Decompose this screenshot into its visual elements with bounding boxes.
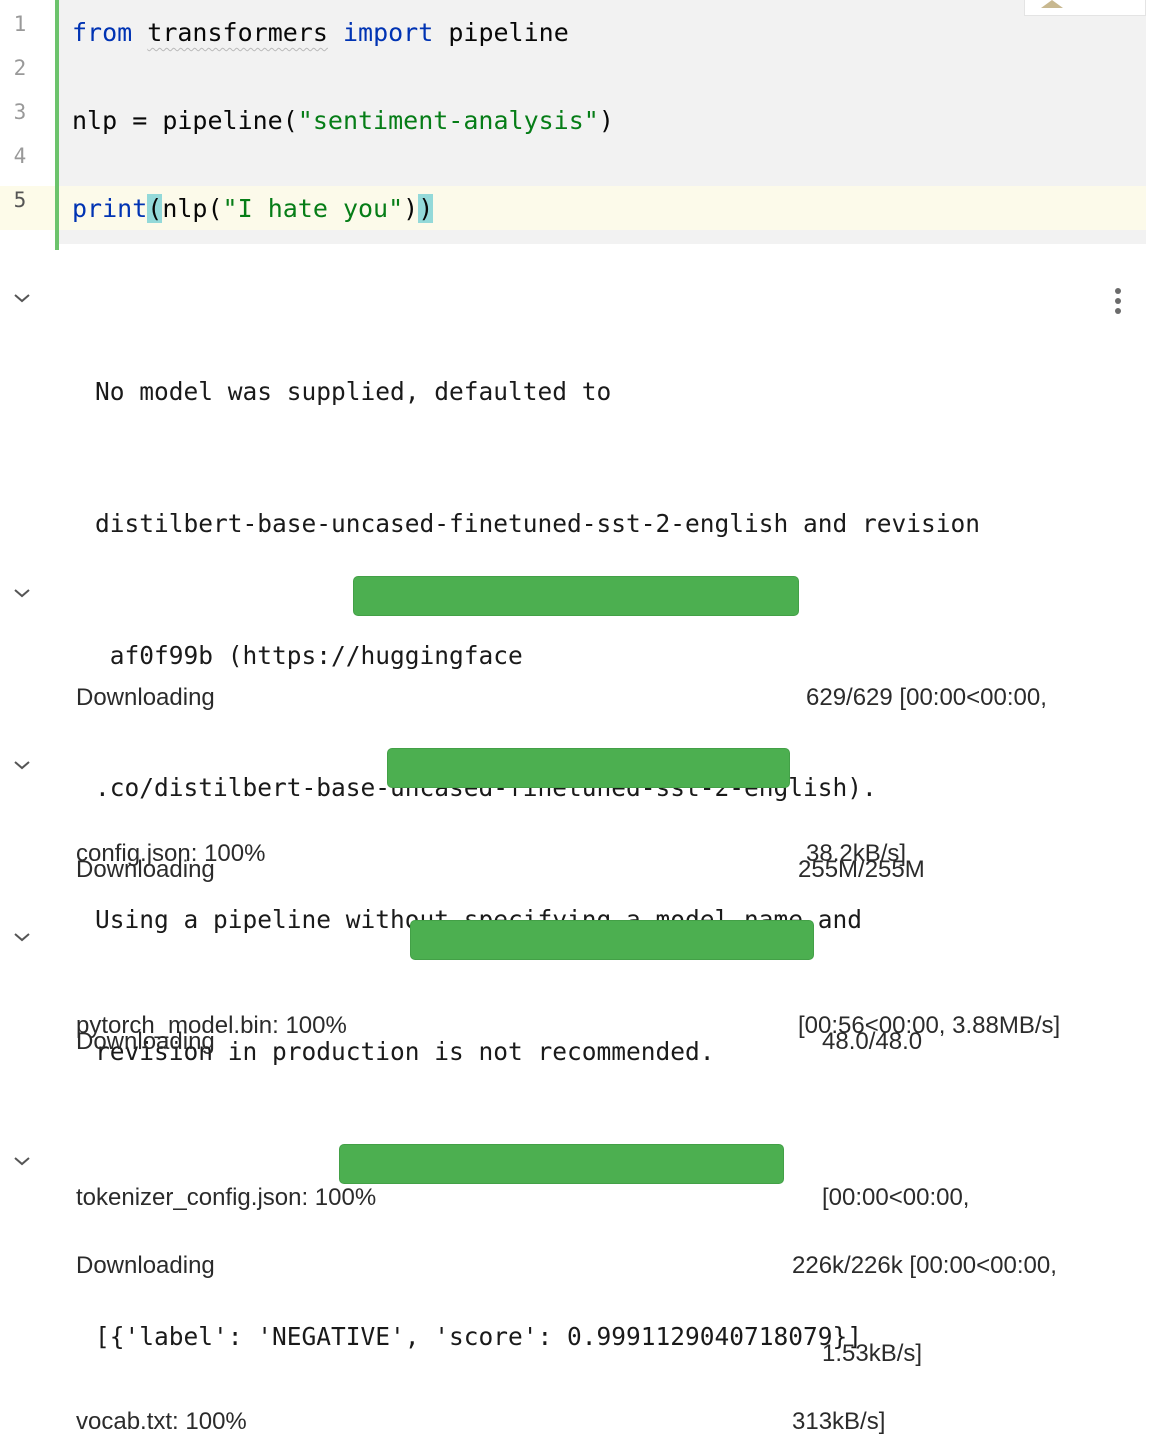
- paren: (: [207, 194, 223, 223]
- output-line: distilbert-base-uncased-finetuned-sst-2-…: [95, 509, 981, 538]
- collapse-output-chevron-icon[interactable]: [12, 1151, 32, 1171]
- paren: ): [598, 106, 614, 135]
- function-name: pipeline: [162, 106, 283, 135]
- module-name: transformers: [147, 18, 328, 47]
- paren: (: [282, 106, 298, 135]
- download-label-line: Downloading: [76, 684, 215, 711]
- result-output: [{'label': 'NEGATIVE', 'score': 0.999112…: [95, 1322, 863, 1351]
- progress-bar: [387, 748, 790, 788]
- progress-bar: [410, 920, 814, 960]
- string-literal: "I hate you": [222, 194, 404, 223]
- download-label-line: Downloading: [76, 1252, 215, 1279]
- paren: ): [403, 194, 419, 223]
- keyword: from: [72, 18, 133, 47]
- line-number: 2: [13, 56, 27, 80]
- keyword: import: [342, 18, 434, 47]
- line-number: 1: [13, 12, 27, 36]
- inspection-widget[interactable]: [1024, 0, 1146, 16]
- import-name: pipeline: [448, 18, 569, 47]
- progress-bar: [353, 576, 799, 616]
- warning-icon[interactable]: [1041, 0, 1063, 8]
- code-line-5[interactable]: print(nlp("I hate you")): [72, 187, 434, 231]
- progress-bar: [339, 1144, 784, 1184]
- download-stats-line: 313kB/s]: [792, 1408, 886, 1435]
- download-stats-line: 226k/226k [00:00<00:00,: [792, 1252, 1057, 1279]
- builtin-function: print: [72, 194, 148, 223]
- string-literal: "sentiment-analysis": [297, 106, 599, 135]
- line-number-gutter: 1 2 3 4 5: [0, 0, 55, 250]
- code-cell[interactable]: 1 2 3 4 5 from transformers import pipel…: [0, 0, 1146, 250]
- download-label-line: Downloading: [76, 856, 215, 883]
- download-stats-line: 48.0/48.0: [822, 1028, 923, 1055]
- output-line: No model was supplied, defaulted to: [95, 377, 612, 406]
- download-stats-line: 629/629 [00:00<00:00,: [806, 684, 1047, 711]
- line-number: 3: [13, 100, 27, 124]
- download-stats: 226k/226k [00:00<00:00, 313kB/s]: [792, 1136, 1057, 1454]
- collapse-output-chevron-icon[interactable]: [12, 583, 32, 603]
- variable: nlp: [72, 106, 118, 135]
- download-label-line: vocab.txt: 100%: [76, 1408, 247, 1435]
- code-line-3[interactable]: nlp = pipeline("sentiment-analysis"): [72, 99, 614, 143]
- collapse-output-chevron-icon[interactable]: [12, 288, 32, 308]
- line-number: 4: [13, 144, 27, 168]
- cell-bottom-edge: [59, 244, 1146, 250]
- operator: =: [117, 106, 163, 135]
- matched-paren: (: [147, 194, 163, 223]
- function-name: nlp: [162, 194, 208, 223]
- download-label-line: Downloading: [76, 1028, 215, 1055]
- collapse-output-chevron-icon[interactable]: [12, 927, 32, 947]
- download-label: Downloading vocab.txt: 100%: [76, 1136, 247, 1454]
- line-number: 5: [13, 188, 27, 212]
- output-menu-kebab-icon[interactable]: [1112, 286, 1124, 316]
- collapse-output-chevron-icon[interactable]: [12, 755, 32, 775]
- matched-paren: ): [418, 194, 434, 223]
- code-line-1[interactable]: from transformers import pipeline: [72, 11, 569, 55]
- download-stats-line: 255M/255M: [798, 856, 925, 883]
